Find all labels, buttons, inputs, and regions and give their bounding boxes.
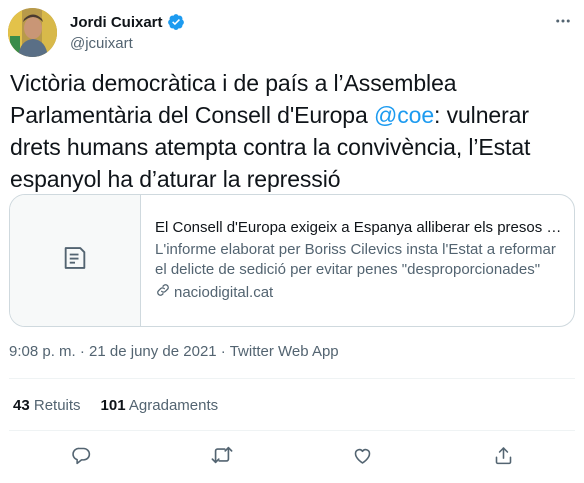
tweet-header: Jordi Cuixart @jcuixart [8, 8, 574, 58]
likes-label: Agradaments [128, 397, 219, 414]
share-icon[interactable] [488, 440, 518, 470]
author-display-name[interactable]: Jordi Cuixart [70, 14, 163, 31]
retweets-stat[interactable]: 43 Retuits [13, 397, 81, 414]
divider [9, 430, 575, 431]
tweet-text: Victòria democràtica i de país a l’Assem… [10, 67, 570, 195]
heart-icon[interactable] [347, 440, 377, 470]
retweets-label: Retuits [33, 397, 81, 414]
card-description: L'informe elaborat per Boriss Cilevics i… [155, 240, 556, 278]
retweet-icon[interactable] [207, 440, 237, 470]
divider [9, 378, 575, 379]
avatar[interactable] [8, 8, 57, 57]
more-options-icon[interactable] [552, 10, 574, 32]
likes-stat[interactable]: 101 Agradaments [101, 397, 219, 414]
verified-badge-icon [167, 13, 185, 31]
card-thumbnail [10, 195, 141, 326]
retweets-count: 43 [13, 397, 30, 414]
card-title: El Consell d'Europa exigeix a Espanya al… [155, 218, 562, 236]
reply-icon[interactable] [66, 440, 96, 470]
mention-link[interactable]: @coe [374, 102, 434, 128]
link-icon [155, 282, 171, 304]
engagement-stats: 43 Retuits 101 Agradaments [13, 397, 218, 414]
article-icon [61, 244, 89, 277]
likes-count: 101 [100, 397, 126, 414]
action-bar [0, 440, 584, 470]
tweet-timestamp[interactable]: 9:08 p. m. · 21 de juny de 2021 · Twitte… [9, 343, 339, 360]
card-domain-text: naciodigital.cat [174, 283, 274, 301]
author-handle[interactable]: @jcuixart [70, 35, 185, 52]
link-card[interactable]: El Consell d'Europa exigeix a Espanya al… [9, 194, 575, 327]
card-domain: naciodigital.cat [155, 282, 562, 304]
